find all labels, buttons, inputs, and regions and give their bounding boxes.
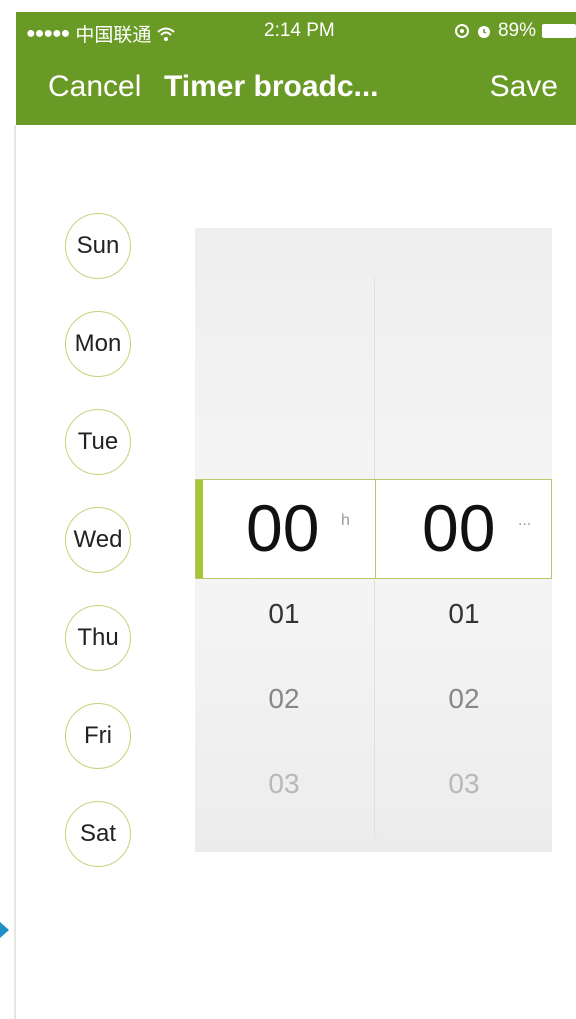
selection-divider — [375, 480, 376, 578]
battery-percent: 89% — [497, 20, 536, 41]
hour-option[interactable]: 02 — [195, 683, 373, 715]
battery-icon — [542, 24, 576, 38]
day-thu-toggle[interactable]: Thu — [65, 605, 131, 671]
day-mon-toggle[interactable]: Mon — [65, 311, 131, 377]
alarm-icon — [476, 23, 492, 39]
day-sat-toggle[interactable]: Sat — [65, 801, 131, 867]
signal-icon: ●●●●● — [26, 24, 70, 42]
status-bar: ●●●●● 中国联通 2:14 PM 89% — [16, 12, 576, 52]
time-picker[interactable]: 00 h 00 ... 01 02 03 01 02 03 — [195, 228, 552, 852]
hour-selected-value[interactable]: 00 — [246, 490, 319, 566]
carrier-label: 中国联通 — [75, 25, 152, 46]
status-left: ●●●●● 中国联通 — [26, 20, 176, 47]
hour-option[interactable]: 03 — [195, 768, 373, 800]
nav-bar: Cancel Timer broadc... Save — [16, 62, 576, 118]
selection-accent — [196, 480, 203, 578]
frame-edge — [14, 125, 16, 1019]
minute-option[interactable]: 03 — [375, 768, 553, 800]
side-arrow-icon — [0, 922, 9, 938]
picker-selection-row: 00 h 00 ... — [195, 479, 552, 579]
cancel-button[interactable]: Cancel — [48, 70, 141, 104]
hour-option[interactable]: 01 — [195, 598, 373, 630]
status-time: 2:14 PM — [264, 20, 335, 41]
timer-screen: ●●●●● 中国联通 2:14 PM 89% Cancel Timer broa… — [0, 0, 576, 1019]
save-button[interactable]: Save — [490, 70, 558, 104]
minute-unit-label: ... — [518, 512, 532, 529]
day-fri-toggle[interactable]: Fri — [65, 703, 131, 769]
page-title: Timer broadc... — [164, 70, 379, 103]
status-right: 89% — [454, 20, 576, 42]
header: ●●●●● 中国联通 2:14 PM 89% Cancel Timer broa… — [16, 12, 576, 125]
hour-unit-label: h — [341, 512, 350, 529]
location-icon — [454, 23, 470, 39]
wifi-icon — [157, 26, 176, 42]
day-tue-toggle[interactable]: Tue — [65, 409, 131, 475]
minute-option[interactable]: 01 — [375, 598, 553, 630]
minute-option[interactable]: 02 — [375, 683, 553, 715]
day-sun-toggle[interactable]: Sun — [65, 213, 131, 279]
minute-selected-value[interactable]: 00 — [422, 490, 495, 566]
day-wed-toggle[interactable]: Wed — [65, 507, 131, 573]
